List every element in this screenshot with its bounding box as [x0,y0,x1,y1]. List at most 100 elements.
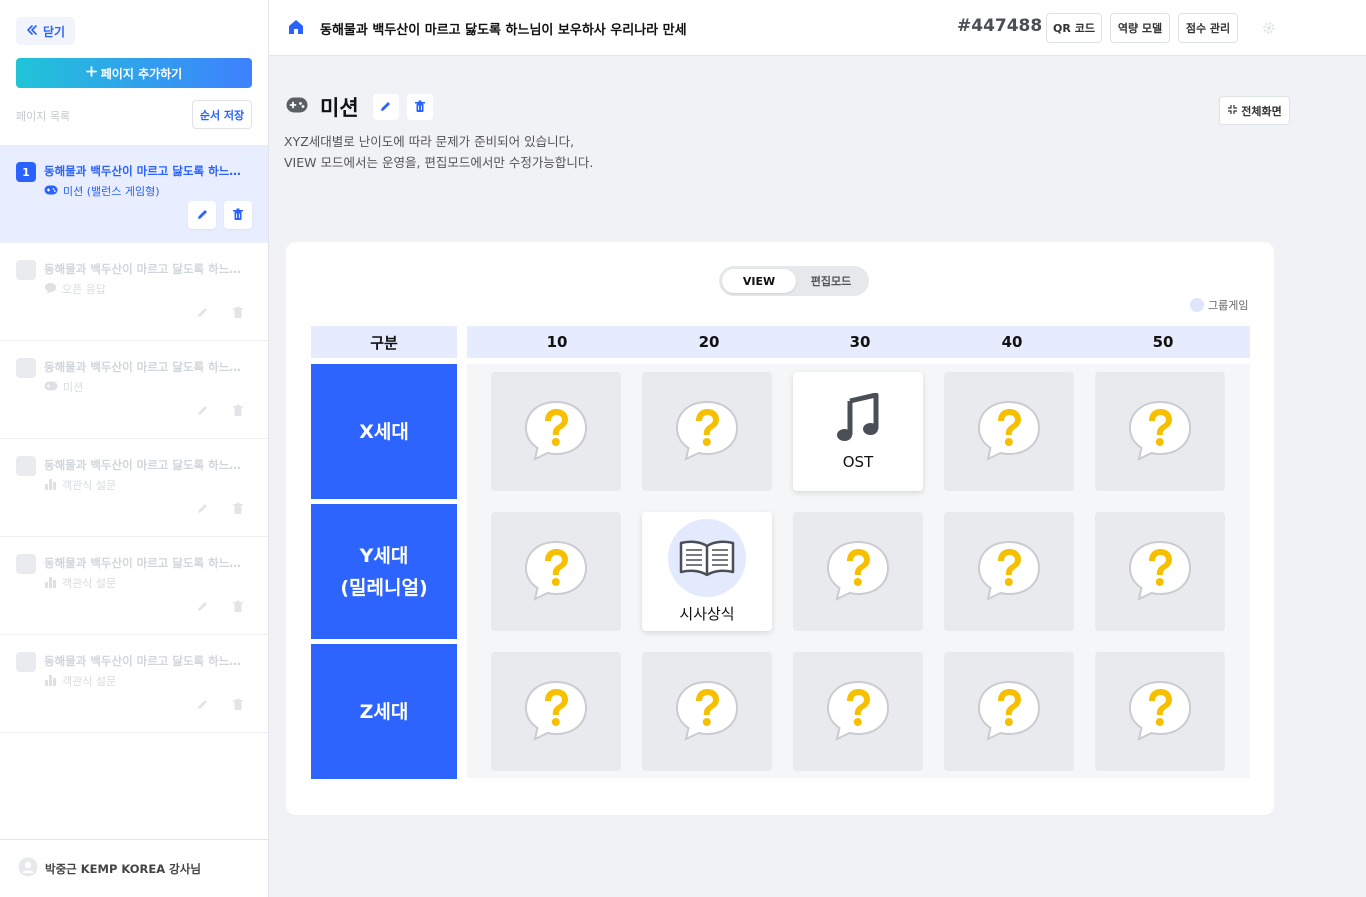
page-item-type-label: 오픈 응답 [62,283,106,296]
mission-header: 미션 [286,92,433,122]
close-button[interactable]: 닫기 [16,17,76,45]
delete-page-button[interactable] [224,495,252,523]
game-board: VIEW 편집모드 그룹게임 구분 10 20 30 40 50 X세대 Y세대… [286,242,1274,815]
group-game-legend: 그룹게임 [1190,297,1248,313]
score-management-button[interactable]: 점수 관리 [1178,13,1238,43]
gamepad-icon [286,97,308,117]
edit-page-button[interactable] [188,495,216,523]
page-item-title: 동해물과 백두산이 마르고 닳도록 하느님이... [44,360,250,374]
hidden-question-card[interactable] [491,512,621,631]
fullscreen-label: 전체화면 [1241,104,1282,118]
edit-page-button[interactable] [188,201,216,229]
revealed-question-card[interactable]: OST [793,372,923,491]
add-page-button[interactable]: 페이지 추가하기 [16,58,252,88]
edit-mode-tab[interactable]: 편집모드 [796,269,866,293]
delete-mission-button[interactable] [406,94,433,120]
delete-page-button[interactable] [224,201,252,229]
trash-icon [232,500,244,519]
legend-dot [1190,298,1204,312]
page-number-badge [16,260,36,280]
trash-icon [232,598,244,617]
view-mode-tab[interactable]: VIEW [722,269,796,293]
save-order-button[interactable]: 순서 저장 [192,100,252,129]
page-item[interactable]: 동해물과 백두산이 마르고 닳도록 하느님이... 미션 [0,341,268,439]
page-item-title: 동해물과 백두산이 마르고 닳도록 하느님이... [44,164,250,178]
edit-page-button[interactable] [188,593,216,621]
page-item[interactable]: 동해물과 백두산이 마르고 닳도록 하느님이... 객관식 설문 [0,439,268,537]
hidden-question-card[interactable] [944,372,1074,491]
page-item-type: 객관식 설문 [44,477,116,493]
page-number-badge [16,358,36,378]
gear-icon[interactable] [1257,16,1281,40]
edit-mission-button[interactable] [372,94,399,120]
revealed-question-card[interactable]: 시사상식 [642,512,772,631]
hidden-question-card[interactable] [1095,512,1225,631]
column-header: 20 [698,333,720,351]
close-label: 닫기 [43,24,66,39]
pencil-icon [196,304,209,323]
question-mark-bubble-icon [523,399,589,465]
edit-page-button[interactable] [188,397,216,425]
user-profile[interactable]: 박중근 KEMP KOREA 강사님 [0,839,268,897]
row-header: Z세대 [311,644,457,779]
question-mark-bubble-icon [1127,539,1193,605]
gamepad-icon [44,381,58,394]
hidden-question-card[interactable] [1095,652,1225,771]
open-book-icon [668,519,746,597]
hidden-question-card[interactable] [642,652,772,771]
hidden-question-card[interactable] [944,652,1074,771]
compress-icon [1227,104,1238,118]
hidden-question-card[interactable] [793,652,923,771]
trash-icon [232,402,244,421]
top-bar: 동해물과 백두산이 마르고 닳도록 하느님이 보우하사 우리나라 만세 #447… [269,0,1366,56]
user-name: 박중근 KEMP KOREA 강사님 [45,861,201,876]
pencil-icon [196,402,209,421]
description-line: VIEW 모드에서는 운영을, 편집모드에서만 수정가능합니다. [284,155,594,170]
avatar [18,857,38,880]
description-line: XYZ세대별로 난이도에 따라 문제가 준비되어 있습니다, [284,134,575,149]
page-item-title: 동해물과 백두산이 마르고 닳도록 하느님이... [44,458,250,472]
question-mark-bubble-icon [1127,399,1193,465]
column-header: 40 [1001,333,1023,351]
session-code: #447488 [957,16,1043,36]
hidden-question-card[interactable] [1095,372,1225,491]
edit-page-button[interactable] [188,299,216,327]
delete-page-button[interactable] [224,397,252,425]
hidden-question-card[interactable] [793,512,923,631]
add-page-label: 페이지 추가하기 [100,66,183,81]
mission-title: 미션 [320,96,359,120]
page-item-type: 오픈 응답 [44,281,106,297]
trash-icon [232,206,244,225]
trash-icon [232,304,244,323]
home-icon[interactable] [287,18,305,40]
page-title: 동해물과 백두산이 마르고 닳도록 하느님이 보우하사 우리나라 만세 [320,23,687,38]
bar-chart-icon [44,674,57,689]
bar-chart-icon [44,576,57,591]
page-item[interactable]: 동해물과 백두산이 마르고 닳도록 하느님이... 객관식 설문 [0,537,268,635]
page-item-type-label: 객관식 설문 [62,479,117,492]
competency-model-button[interactable]: 역량 모델 [1110,13,1170,43]
delete-page-button[interactable] [224,691,252,719]
fullscreen-button[interactable]: 전체화면 [1219,96,1290,125]
question-mark-bubble-icon [523,679,589,745]
music-note-icon [836,392,880,447]
page-item[interactable]: 동해물과 백두산이 마르고 닳도록 하느님이... 오픈 응답 [0,243,268,341]
edit-page-button[interactable] [188,691,216,719]
page-number-badge [16,652,36,672]
page-item-type: 객관식 설문 [44,673,116,689]
qr-code-button[interactable]: QR 코드 [1046,13,1102,43]
hidden-question-card[interactable] [491,372,621,491]
hidden-question-card[interactable] [491,652,621,771]
bar-chart-icon [44,478,57,493]
mode-toggle: VIEW 편집모드 [719,266,869,296]
trash-icon [232,696,244,715]
page-item[interactable]: 동해물과 백두산이 마르고 닳도록 하느님이... 객관식 설문 [0,635,268,733]
page-item[interactable]: 1 동해물과 백두산이 마르고 닳도록 하느님이... 미션 (밸런스 게임형) [0,145,268,243]
delete-page-button[interactable] [224,593,252,621]
pencil-icon [196,598,209,617]
pencil-icon [196,696,209,715]
delete-page-button[interactable] [224,299,252,327]
hidden-question-card[interactable] [944,512,1074,631]
question-mark-bubble-icon [976,399,1042,465]
hidden-question-card[interactable] [642,372,772,491]
